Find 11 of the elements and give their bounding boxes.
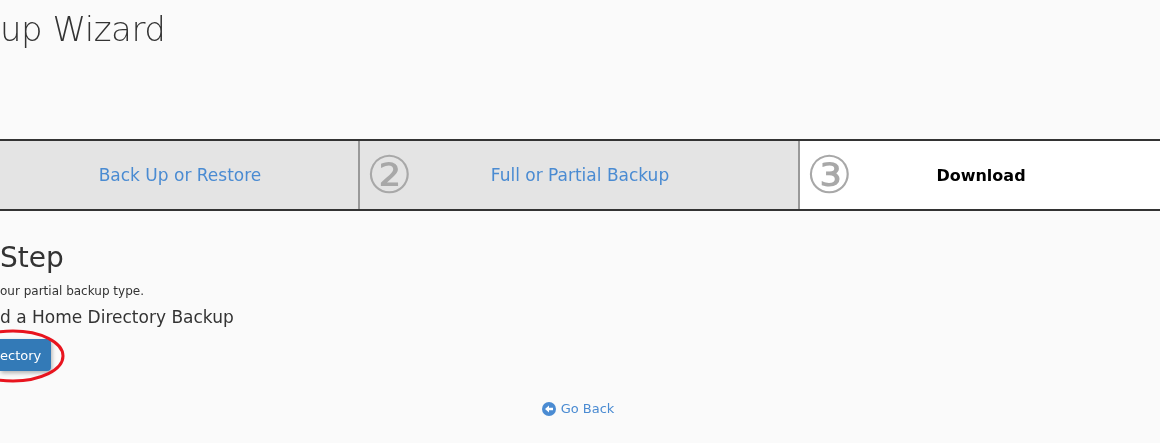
wizard-step[interactable]: Back Up or Restore xyxy=(0,141,358,209)
page-title: up Wizard xyxy=(0,8,167,51)
go-back-link[interactable]: Go Back xyxy=(541,401,615,416)
wizard-step[interactable]: ② Full or Partial Backup xyxy=(358,141,798,209)
section-heading: Step xyxy=(0,241,64,275)
step-number: ② xyxy=(366,147,414,203)
instruction-text: our partial backup type. xyxy=(0,283,144,299)
wizard-step[interactable]: ③ Download xyxy=(798,141,1160,209)
step-number: ③ xyxy=(806,147,854,203)
subheading: d a Home Directory Backup xyxy=(0,306,234,329)
download-button[interactable]: ectory xyxy=(0,339,52,371)
